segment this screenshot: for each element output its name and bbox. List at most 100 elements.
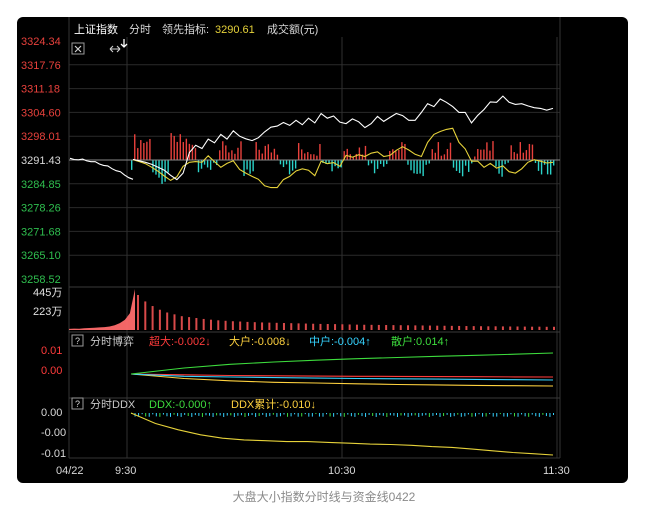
ddx-tick — [340, 413, 342, 417]
price-line — [132, 95, 554, 181]
volume-label[interactable]: 成交额(元) — [267, 22, 318, 36]
ddx-tick — [216, 413, 218, 416]
price-tick-label: 3311.18 — [21, 84, 60, 96]
volume-bar — [538, 326, 541, 330]
money-flow-bar — [191, 144, 194, 160]
money-flow-bar — [483, 149, 485, 160]
money-flow-bar — [319, 144, 321, 160]
ddx-tick — [180, 413, 182, 417]
ddx-tick — [322, 413, 324, 417]
ddx-tick — [354, 413, 356, 417]
chart-canvas[interactable]: 上证指数 分时 领先指标: 3290.61 成交额(元) 3324.34 3317… — [17, 17, 628, 483]
volume-bar — [144, 301, 147, 330]
price-tick-label: 3324.34 — [21, 36, 61, 48]
index-name[interactable]: 上证指数 — [74, 22, 118, 36]
ddx-tick — [269, 413, 271, 417]
volume-bar — [275, 322, 278, 330]
volume-bar — [443, 325, 446, 330]
money-flow-bar — [510, 145, 512, 160]
money-flow-bar — [495, 160, 497, 167]
volume-bar — [246, 321, 249, 330]
volume-bar — [509, 326, 512, 330]
ddx-axis: 0.00 -0.00 -0.01 — [41, 407, 66, 460]
money-flow-bar — [519, 142, 522, 160]
money-flow-bar — [285, 160, 288, 165]
mode-label[interactable]: 分时 — [129, 23, 151, 36]
ddx-tick — [287, 413, 289, 417]
ddx-tick — [290, 413, 292, 417]
ddx-tick — [435, 413, 437, 416]
money-flow-bar — [261, 153, 263, 160]
ddx-tick — [538, 413, 540, 417]
expand-arrows-icon[interactable] — [109, 45, 121, 53]
volume-bars — [137, 294, 555, 330]
volume-axis: 445万 223万 — [33, 287, 62, 318]
money-flow-bar — [288, 160, 291, 175]
ddx-tick — [478, 413, 480, 415]
ddx-tick — [191, 413, 193, 417]
pre-open-volume-area — [69, 289, 135, 330]
ddx-tick — [443, 413, 445, 417]
ddx-tick — [453, 413, 455, 417]
money-flow-bar — [376, 160, 379, 169]
ddx-tick — [425, 413, 427, 416]
close-icon[interactable] — [71, 42, 85, 55]
volume-bar — [436, 325, 439, 330]
volume-bar — [414, 325, 417, 330]
ddx-tick — [368, 413, 370, 415]
ddx-tick — [446, 413, 448, 415]
price-tick-label: 3258.52 — [21, 274, 61, 286]
money-flow-bar — [282, 160, 285, 168]
money-flow-bar — [525, 150, 528, 160]
money-flow-bar — [270, 152, 273, 160]
ddx-tick — [308, 413, 310, 417]
money-flow-bar — [492, 141, 494, 160]
volume-bar — [151, 306, 154, 330]
boyi-tick-label: 0.01 — [41, 345, 62, 357]
ddx-tick — [489, 413, 491, 415]
money-flow-bar — [313, 154, 315, 160]
ddx-tick — [464, 413, 466, 417]
svg-text:?: ? — [75, 336, 80, 346]
money-flow-bar — [486, 142, 488, 160]
volume-bar — [545, 326, 548, 330]
volume-bar — [348, 324, 351, 330]
ddx-tick — [318, 413, 320, 417]
money-flow-bar — [240, 141, 242, 160]
boyi-legend: 超大:-0.002↓ 大户:-0.008↓ 中户:-0.004↑ 散户:0.014↑ — [149, 334, 449, 348]
volume-bar — [377, 324, 380, 330]
volume-bar — [370, 324, 373, 330]
money-flow-bar — [276, 154, 279, 160]
money-flow-bar — [553, 160, 555, 166]
money-flow-bar — [200, 160, 203, 169]
ddx-tick — [315, 413, 317, 415]
money-flow-bar — [531, 144, 534, 160]
volume-bar — [480, 326, 483, 330]
money-flow-bar — [392, 149, 394, 160]
ddx-tick — [194, 413, 196, 416]
boyi-title[interactable]: 分时博弈 — [90, 334, 134, 348]
time-axis: 04/22 9:30 10:30 11:30 — [56, 465, 570, 477]
ddx-help-icon[interactable]: ? — [71, 397, 84, 410]
boyi-help-icon[interactable]: ? — [71, 334, 84, 347]
money-flow-bar — [134, 134, 136, 160]
ddx-title[interactable]: 分时DDX — [90, 398, 136, 411]
ddx-tick — [212, 413, 214, 417]
price-tick-label: 3291.43 — [21, 155, 61, 167]
ddx-tick — [326, 413, 328, 415]
volume-bar — [290, 323, 293, 330]
volume-bar — [297, 323, 300, 330]
money-flow-bar — [152, 160, 154, 173]
money-flow-bars — [131, 133, 555, 184]
volume-bar — [268, 322, 271, 330]
time-tick-label: 10:30 — [328, 465, 356, 477]
price-tick-label: 3298.01 — [21, 131, 61, 143]
money-flow-bar — [167, 160, 169, 173]
ddx-tick — [162, 413, 164, 415]
volume-bar — [195, 318, 198, 330]
money-flow-bar — [209, 160, 212, 170]
ddx-tick — [382, 413, 384, 416]
ddx-tick — [272, 413, 274, 415]
money-flow-bar — [410, 160, 412, 171]
ddx-tick — [485, 413, 487, 417]
